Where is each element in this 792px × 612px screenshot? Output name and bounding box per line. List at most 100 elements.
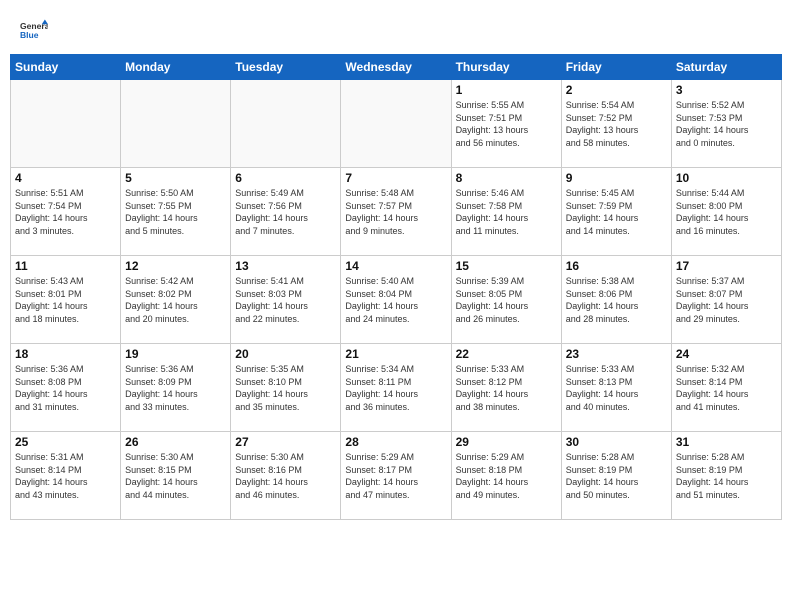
day-number: 28: [345, 435, 446, 449]
day-info: Sunrise: 5:40 AM Sunset: 8:04 PM Dayligh…: [345, 275, 446, 325]
day-number: 25: [15, 435, 116, 449]
day-info: Sunrise: 5:48 AM Sunset: 7:57 PM Dayligh…: [345, 187, 446, 237]
day-number: 12: [125, 259, 226, 273]
calendar-cell: [11, 80, 121, 168]
day-info: Sunrise: 5:45 AM Sunset: 7:59 PM Dayligh…: [566, 187, 667, 237]
day-info: Sunrise: 5:46 AM Sunset: 7:58 PM Dayligh…: [456, 187, 557, 237]
week-row-1: 1 Sunrise: 5:55 AM Sunset: 7:51 PM Daylig…: [11, 80, 782, 168]
weekday-header-row: SundayMondayTuesdayWednesdayThursdayFrid…: [11, 55, 782, 80]
day-number: 18: [15, 347, 116, 361]
calendar-cell: 22 Sunrise: 5:33 AM Sunset: 8:12 PM Dayli…: [451, 344, 561, 432]
calendar-cell: 11Sunrise: 5:43 AM Sunset: 8:01 PM Dayli…: [11, 256, 121, 344]
calendar-cell: 6 Sunrise: 5:49 AM Sunset: 7:56 PM Daylig…: [231, 168, 341, 256]
day-number: 30: [566, 435, 667, 449]
day-number: 31: [676, 435, 777, 449]
calendar-cell: 19 Sunrise: 5:36 AM Sunset: 8:09 PM Dayli…: [121, 344, 231, 432]
day-info: Sunrise: 5:33 AM Sunset: 8:12 PM Dayligh…: [456, 363, 557, 413]
calendar-cell: 31 Sunrise: 5:28 AM Sunset: 8:19 PM Dayli…: [671, 432, 781, 520]
calendar-cell: 13 Sunrise: 5:41 AM Sunset: 8:03 PM Dayli…: [231, 256, 341, 344]
day-number: 22: [456, 347, 557, 361]
day-info: Sunrise: 5:39 AM Sunset: 8:05 PM Dayligh…: [456, 275, 557, 325]
svg-text:Blue: Blue: [20, 30, 39, 40]
day-info: Sunrise: 5:28 AM Sunset: 8:19 PM Dayligh…: [676, 451, 777, 501]
calendar-cell: 24Sunrise: 5:32 AM Sunset: 8:14 PM Dayli…: [671, 344, 781, 432]
day-number: 24: [676, 347, 777, 361]
calendar-cell: 15 Sunrise: 5:39 AM Sunset: 8:05 PM Dayli…: [451, 256, 561, 344]
week-row-3: 11Sunrise: 5:43 AM Sunset: 8:01 PM Dayli…: [11, 256, 782, 344]
calendar-cell: 4 Sunrise: 5:51 AM Sunset: 7:54 PM Daylig…: [11, 168, 121, 256]
calendar-cell: [341, 80, 451, 168]
weekday-sunday: Sunday: [11, 55, 121, 80]
day-number: 10: [676, 171, 777, 185]
calendar-cell: 17Sunrise: 5:37 AM Sunset: 8:07 PM Dayli…: [671, 256, 781, 344]
week-row-5: 25 Sunrise: 5:31 AM Sunset: 8:14 PM Dayli…: [11, 432, 782, 520]
day-info: Sunrise: 5:51 AM Sunset: 7:54 PM Dayligh…: [15, 187, 116, 237]
day-number: 29: [456, 435, 557, 449]
day-info: Sunrise: 5:36 AM Sunset: 8:08 PM Dayligh…: [15, 363, 116, 413]
day-number: 17: [676, 259, 777, 273]
calendar-cell: 16 Sunrise: 5:38 AM Sunset: 8:06 PM Dayli…: [561, 256, 671, 344]
day-number: 19: [125, 347, 226, 361]
day-number: 9: [566, 171, 667, 185]
day-number: 13: [235, 259, 336, 273]
day-number: 26: [125, 435, 226, 449]
day-info: Sunrise: 5:29 AM Sunset: 8:17 PM Dayligh…: [345, 451, 446, 501]
calendar-cell: 14 Sunrise: 5:40 AM Sunset: 8:04 PM Dayli…: [341, 256, 451, 344]
day-number: 2: [566, 83, 667, 97]
calendar-cell: 8 Sunrise: 5:46 AM Sunset: 7:58 PM Daylig…: [451, 168, 561, 256]
day-info: Sunrise: 5:55 AM Sunset: 7:51 PM Dayligh…: [456, 99, 557, 149]
day-info: Sunrise: 5:42 AM Sunset: 8:02 PM Dayligh…: [125, 275, 226, 325]
calendar-cell: 28 Sunrise: 5:29 AM Sunset: 8:17 PM Dayli…: [341, 432, 451, 520]
day-info: Sunrise: 5:44 AM Sunset: 8:00 PM Dayligh…: [676, 187, 777, 237]
weekday-saturday: Saturday: [671, 55, 781, 80]
day-number: 16: [566, 259, 667, 273]
day-info: Sunrise: 5:30 AM Sunset: 8:15 PM Dayligh…: [125, 451, 226, 501]
calendar-cell: 30 Sunrise: 5:28 AM Sunset: 8:19 PM Dayli…: [561, 432, 671, 520]
day-number: 4: [15, 171, 116, 185]
weekday-monday: Monday: [121, 55, 231, 80]
day-info: Sunrise: 5:50 AM Sunset: 7:55 PM Dayligh…: [125, 187, 226, 237]
day-number: 14: [345, 259, 446, 273]
day-info: Sunrise: 5:31 AM Sunset: 8:14 PM Dayligh…: [15, 451, 116, 501]
day-number: 21: [345, 347, 446, 361]
calendar-cell: 3 Sunrise: 5:52 AM Sunset: 7:53 PM Daylig…: [671, 80, 781, 168]
day-info: Sunrise: 5:43 AM Sunset: 8:01 PM Dayligh…: [15, 275, 116, 325]
day-number: 27: [235, 435, 336, 449]
day-number: 20: [235, 347, 336, 361]
weekday-wednesday: Wednesday: [341, 55, 451, 80]
page-header: General Blue: [10, 10, 782, 50]
logo-icon: General Blue: [20, 18, 48, 46]
calendar-cell: 29Sunrise: 5:29 AM Sunset: 8:18 PM Dayli…: [451, 432, 561, 520]
day-number: 8: [456, 171, 557, 185]
calendar-cell: 10 Sunrise: 5:44 AM Sunset: 8:00 PM Dayli…: [671, 168, 781, 256]
day-info: Sunrise: 5:54 AM Sunset: 7:52 PM Dayligh…: [566, 99, 667, 149]
calendar-cell: [121, 80, 231, 168]
logo: General Blue: [20, 18, 48, 46]
day-info: Sunrise: 5:35 AM Sunset: 8:10 PM Dayligh…: [235, 363, 336, 413]
day-number: 6: [235, 171, 336, 185]
calendar-cell: 9 Sunrise: 5:45 AM Sunset: 7:59 PM Daylig…: [561, 168, 671, 256]
calendar-cell: 20 Sunrise: 5:35 AM Sunset: 8:10 PM Dayli…: [231, 344, 341, 432]
week-row-2: 4 Sunrise: 5:51 AM Sunset: 7:54 PM Daylig…: [11, 168, 782, 256]
calendar-cell: [231, 80, 341, 168]
day-number: 15: [456, 259, 557, 273]
calendar-cell: 23Sunrise: 5:33 AM Sunset: 8:13 PM Dayli…: [561, 344, 671, 432]
day-info: Sunrise: 5:30 AM Sunset: 8:16 PM Dayligh…: [235, 451, 336, 501]
day-number: 1: [456, 83, 557, 97]
day-info: Sunrise: 5:36 AM Sunset: 8:09 PM Dayligh…: [125, 363, 226, 413]
calendar-cell: 26 Sunrise: 5:30 AM Sunset: 8:15 PM Dayli…: [121, 432, 231, 520]
week-row-4: 18 Sunrise: 5:36 AM Sunset: 8:08 PM Dayli…: [11, 344, 782, 432]
day-info: Sunrise: 5:52 AM Sunset: 7:53 PM Dayligh…: [676, 99, 777, 149]
day-info: Sunrise: 5:33 AM Sunset: 8:13 PM Dayligh…: [566, 363, 667, 413]
day-info: Sunrise: 5:28 AM Sunset: 8:19 PM Dayligh…: [566, 451, 667, 501]
calendar-cell: 27 Sunrise: 5:30 AM Sunset: 8:16 PM Dayli…: [231, 432, 341, 520]
calendar-cell: 7Sunrise: 5:48 AM Sunset: 7:57 PM Daylig…: [341, 168, 451, 256]
day-number: 3: [676, 83, 777, 97]
day-info: Sunrise: 5:38 AM Sunset: 8:06 PM Dayligh…: [566, 275, 667, 325]
calendar-cell: 1 Sunrise: 5:55 AM Sunset: 7:51 PM Daylig…: [451, 80, 561, 168]
calendar-cell: 21Sunrise: 5:34 AM Sunset: 8:11 PM Dayli…: [341, 344, 451, 432]
weekday-tuesday: Tuesday: [231, 55, 341, 80]
day-number: 5: [125, 171, 226, 185]
day-info: Sunrise: 5:41 AM Sunset: 8:03 PM Dayligh…: [235, 275, 336, 325]
day-info: Sunrise: 5:49 AM Sunset: 7:56 PM Dayligh…: [235, 187, 336, 237]
